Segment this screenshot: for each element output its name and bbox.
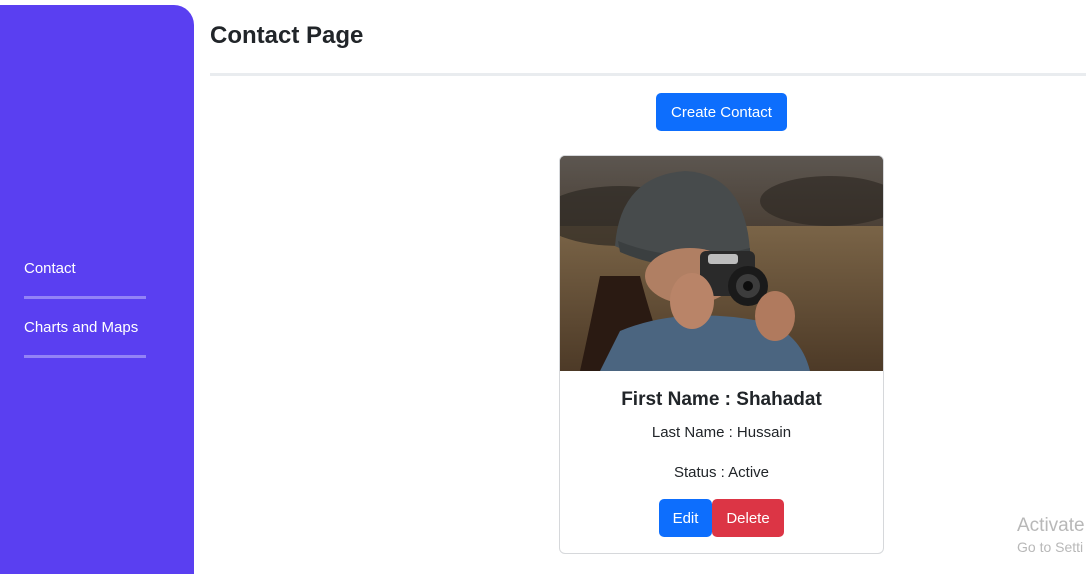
contact-first-name: First Name : Shahadat	[621, 389, 822, 410]
delete-button[interactable]: Delete	[712, 499, 784, 537]
sidebar-divider	[24, 355, 146, 358]
sidebar-item-charts-and-maps[interactable]: Charts and Maps	[24, 319, 146, 358]
sidebar-item-contact[interactable]: Contact	[24, 260, 146, 299]
watermark-title: Activate	[1017, 515, 1085, 536]
create-contact-button[interactable]: Create Contact	[656, 93, 787, 131]
watermark-subtitle: Go to Setti	[1017, 539, 1084, 555]
contact-photo	[560, 156, 883, 371]
contact-last-name: Last Name : Hussain	[651, 424, 792, 441]
sidebar-divider	[24, 296, 146, 299]
edit-button[interactable]: Edit	[659, 499, 712, 537]
contact-card: First Name : Shahadat Last Name : Hussai…	[559, 155, 884, 554]
sidebar: Contact Charts and Maps	[0, 5, 194, 574]
title-divider	[210, 73, 1086, 76]
activation-watermark: Activate Go to Setti	[1017, 515, 1085, 555]
contact-status: Status : Active	[673, 464, 770, 481]
page-title: Contact Page	[210, 22, 364, 49]
app-root: Contact Charts and Maps Contact Page Cre…	[0, 0, 1086, 574]
sidebar-item-label: Charts and Maps	[24, 319, 139, 336]
sidebar-item-label: Contact	[24, 260, 76, 277]
